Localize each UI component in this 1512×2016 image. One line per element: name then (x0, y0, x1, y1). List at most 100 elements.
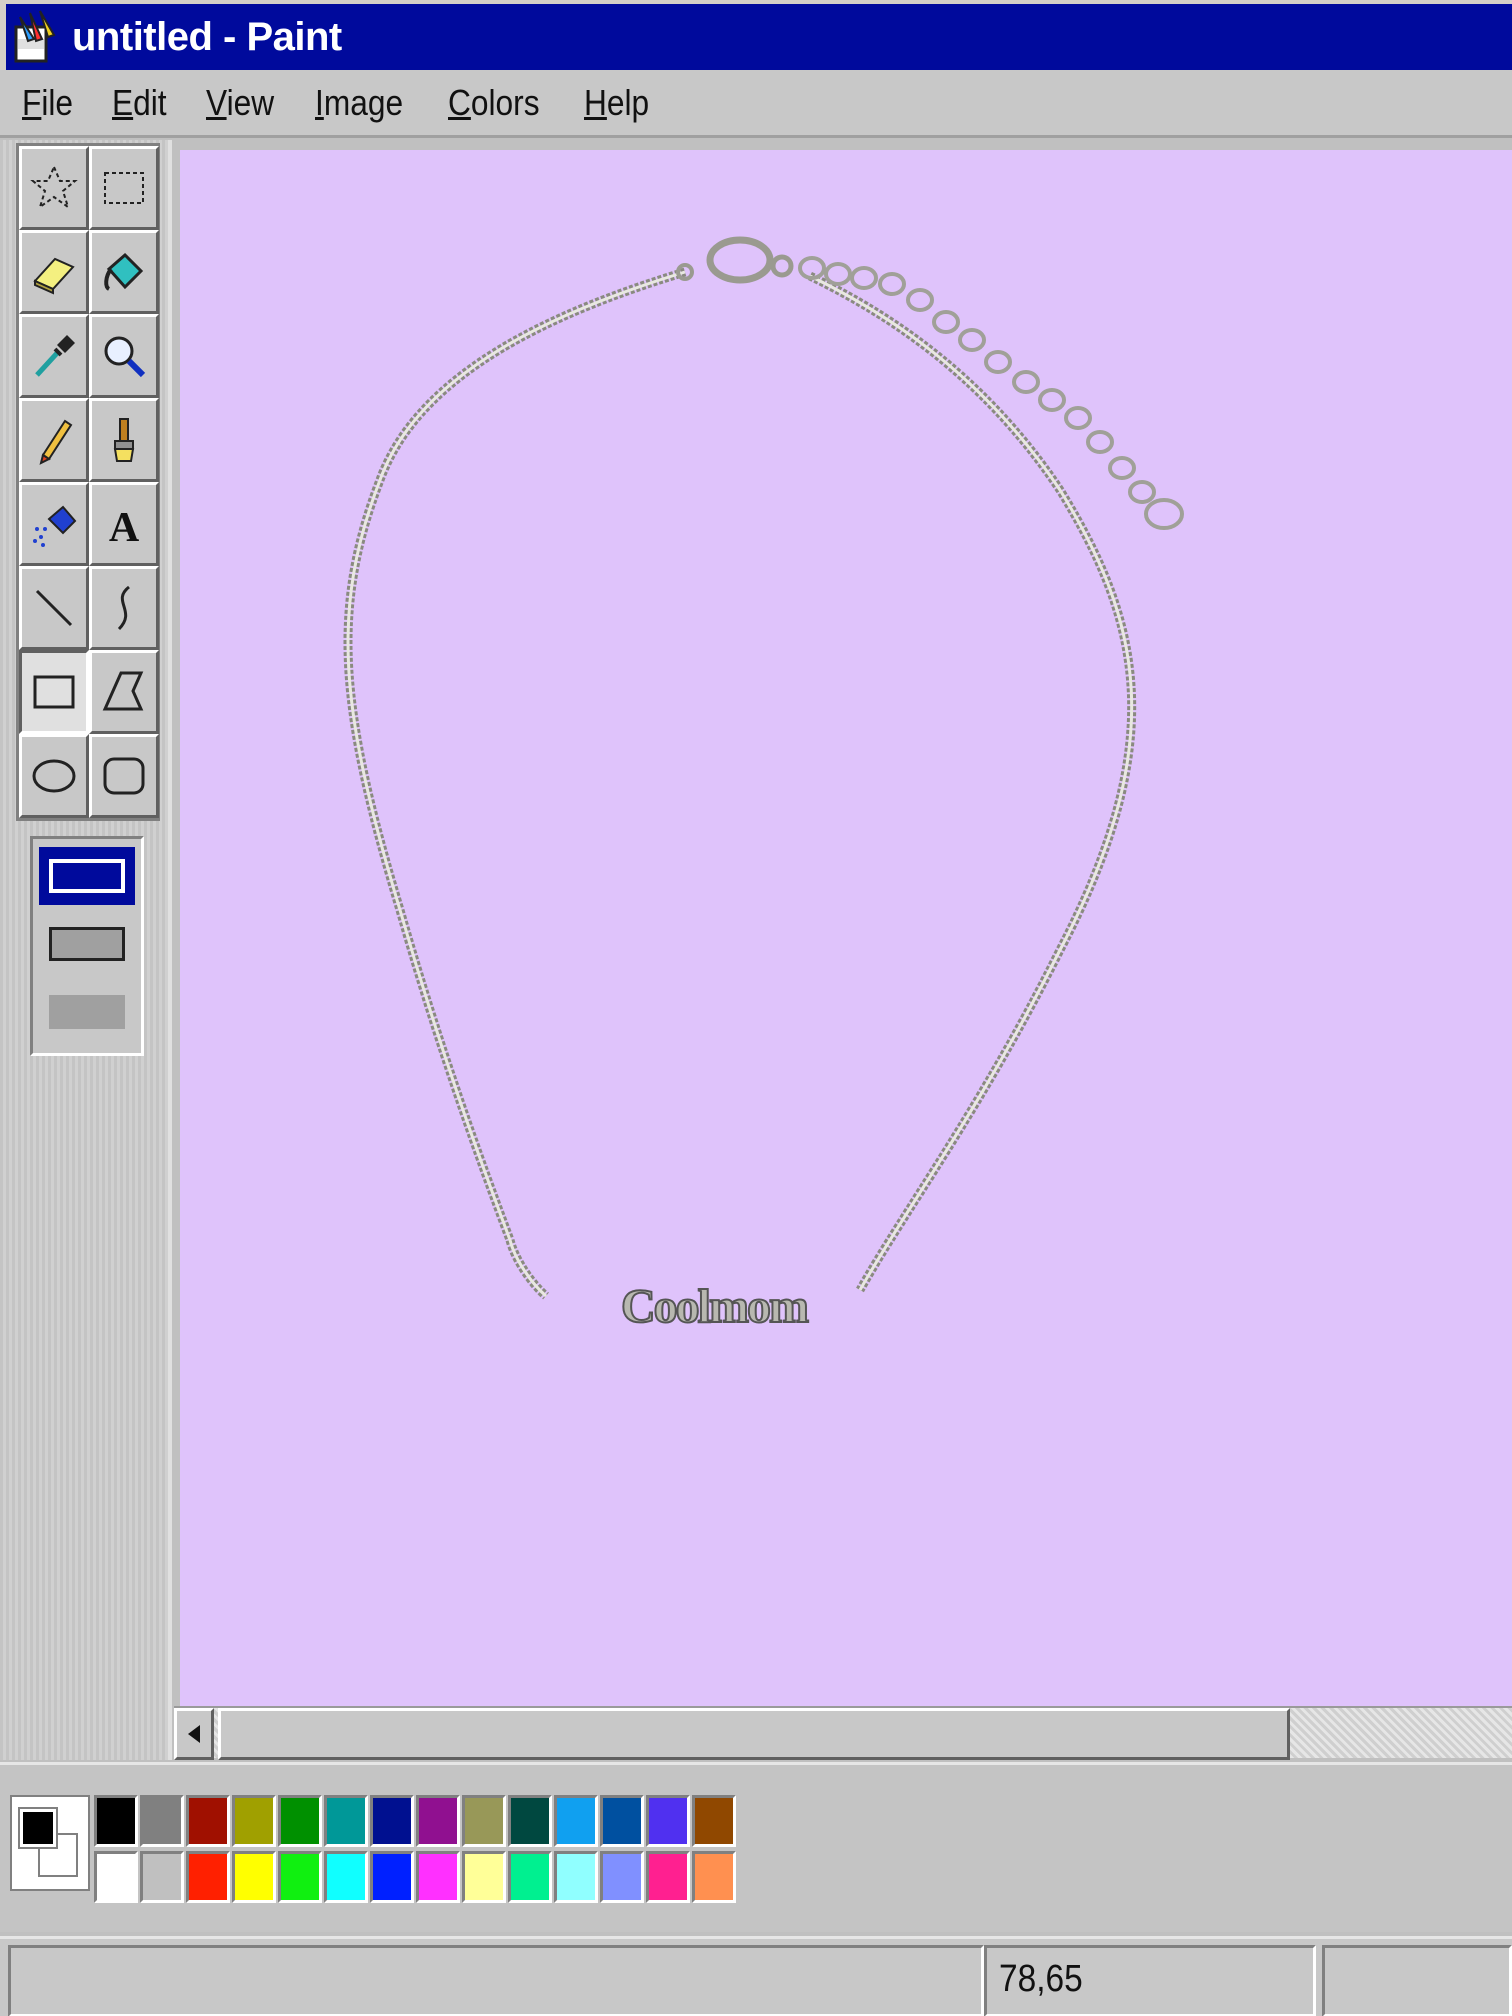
menu-file[interactable]: File (22, 82, 73, 124)
menu-view-label: iew (226, 81, 275, 123)
menu-colors-accel: C (447, 81, 471, 123)
color-swatch[interactable] (646, 1851, 690, 1903)
color-swatch[interactable] (554, 1795, 598, 1847)
horizontal-scrollbar[interactable] (174, 1706, 1512, 1760)
ellipse-icon (32, 759, 76, 793)
color-swatch[interactable] (370, 1795, 414, 1847)
color-swatch[interactable] (416, 1795, 460, 1847)
tool-airbrush[interactable] (19, 482, 89, 566)
fill-option-outline-fill[interactable] (39, 915, 135, 973)
color-swatch[interactable] (186, 1795, 230, 1847)
color-swatch[interactable] (186, 1851, 230, 1903)
arrow-left-icon (188, 1725, 200, 1743)
status-coordinates: 78,65 (984, 1945, 1316, 2016)
menu-file-accel: F (22, 81, 42, 123)
necklace-image: Coolmom (343, 236, 1184, 1334)
pencil-icon (39, 419, 73, 465)
color-swatch[interactable] (232, 1795, 276, 1847)
color-swatch[interactable] (646, 1795, 690, 1847)
fill-swatch (49, 995, 125, 1029)
eraser-icon (33, 257, 75, 295)
magnifier-icon (104, 336, 146, 378)
color-swatch[interactable] (508, 1795, 552, 1847)
pendant-text: Coolmom (621, 1280, 809, 1333)
status-bar: 78,65 (0, 1936, 1512, 2016)
menu-bar: File Edit View Image Colors Help (0, 70, 1512, 138)
menu-view-accel: V (206, 81, 227, 123)
tool-free-form-select[interactable] (19, 146, 89, 230)
color-swatch[interactable] (600, 1795, 644, 1847)
tool-eraser[interactable] (19, 230, 89, 314)
fill-option-outline[interactable] (39, 847, 135, 905)
outline-swatch (49, 859, 125, 893)
free-form-select-icon (30, 164, 78, 210)
color-swatch[interactable] (324, 1851, 368, 1903)
color-swatch[interactable] (692, 1795, 736, 1847)
color-swatch[interactable] (278, 1795, 322, 1847)
tool-fill[interactable] (89, 230, 159, 314)
menu-colors-label: olors (470, 81, 540, 123)
menu-help-label: elp (606, 81, 649, 123)
color-swatch[interactable] (508, 1851, 552, 1903)
pick-color-icon (35, 335, 75, 377)
fill-style-options (30, 836, 144, 1056)
swatch-grid (94, 1795, 738, 1907)
menu-edit[interactable]: Edit (112, 82, 167, 124)
color-swatch[interactable] (462, 1795, 506, 1847)
scroll-left-button[interactable] (174, 1708, 214, 1760)
color-swatch[interactable] (600, 1851, 644, 1903)
color-swatch[interactable] (416, 1851, 460, 1903)
fill-icon (104, 252, 144, 291)
menu-edit-label: dit (133, 81, 167, 123)
tool-line[interactable] (19, 566, 89, 650)
rounded-rectangle-icon (103, 757, 145, 795)
line-icon (35, 589, 73, 627)
window-title: untitled - Paint (72, 14, 342, 59)
tool-magnifier[interactable] (89, 314, 159, 398)
current-colors[interactable] (10, 1795, 90, 1891)
svg-text:A: A (109, 505, 140, 549)
drawing-canvas[interactable]: Coolmom (180, 150, 1512, 1708)
tool-ellipse[interactable] (19, 734, 89, 818)
color-palette (0, 1762, 1512, 1932)
toolbox: A (16, 143, 160, 821)
tool-curve[interactable] (89, 566, 159, 650)
color-swatch[interactable] (324, 1795, 368, 1847)
tool-brush[interactable] (89, 398, 159, 482)
status-message (8, 1945, 984, 2016)
tool-select[interactable] (89, 146, 159, 230)
menu-help-accel: H (583, 81, 607, 123)
paint-app-icon (14, 10, 56, 63)
color-swatch[interactable] (140, 1795, 184, 1847)
color-swatch[interactable] (94, 1795, 138, 1847)
color-swatch[interactable] (370, 1851, 414, 1903)
scroll-thumb[interactable] (218, 1708, 1290, 1760)
menu-edit-accel: E (112, 81, 134, 123)
color-swatch[interactable] (140, 1851, 184, 1903)
menu-colors[interactable]: Colors (448, 82, 540, 124)
menu-help[interactable]: Help (584, 82, 649, 124)
color-swatch[interactable] (692, 1851, 736, 1903)
tool-pick-color[interactable] (19, 314, 89, 398)
tool-polygon[interactable] (89, 650, 159, 734)
color-swatch[interactable] (232, 1851, 276, 1903)
tool-text[interactable]: A (89, 482, 159, 566)
menu-image[interactable]: Image (315, 82, 403, 124)
title-bar: untitled - Paint (0, 0, 1512, 70)
select-icon (104, 172, 144, 204)
tool-rounded-rectangle[interactable] (89, 734, 159, 818)
color-swatch[interactable] (94, 1851, 138, 1903)
outline-fill-swatch (49, 927, 125, 961)
color-swatch[interactable] (554, 1851, 598, 1903)
polygon-icon (102, 671, 144, 711)
text-icon: A (109, 505, 140, 549)
coordinates-readout: 78,65 (999, 1958, 1083, 2000)
tool-pencil[interactable] (19, 398, 89, 482)
color-swatch[interactable] (278, 1851, 322, 1903)
tool-rectangle[interactable] (19, 650, 89, 734)
curve-icon (117, 585, 131, 631)
foreground-color[interactable] (18, 1807, 58, 1849)
menu-view[interactable]: View (206, 82, 274, 124)
color-swatch[interactable] (462, 1851, 506, 1903)
fill-option-fill[interactable] (39, 983, 135, 1041)
